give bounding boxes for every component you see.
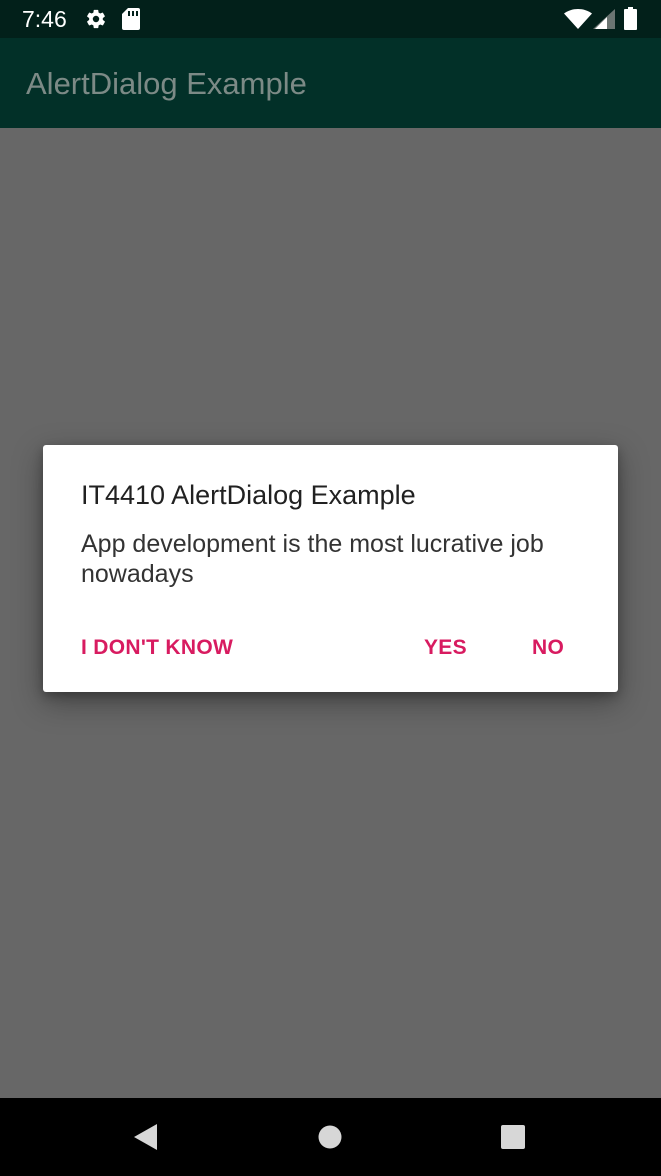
app-title: AlertDialog Example: [26, 66, 307, 101]
recents-icon[interactable]: [498, 1122, 528, 1152]
status-bar: 7:46: [0, 0, 661, 38]
wifi-icon: [564, 9, 592, 34]
no-button[interactable]: NO: [532, 635, 564, 661]
gear-icon: [85, 8, 107, 35]
sd-card-icon: [122, 8, 140, 35]
home-icon[interactable]: [315, 1122, 345, 1152]
yes-button[interactable]: YES: [424, 635, 467, 661]
status-time: 7:46: [22, 6, 67, 32]
navigation-bar: [0, 1098, 661, 1176]
battery-icon: [624, 7, 637, 35]
alert-dialog: IT4410 AlertDialog Example App developme…: [43, 445, 618, 692]
signal-icon: [593, 9, 615, 34]
i-dont-know-button[interactable]: I DON'T KNOW: [81, 635, 233, 661]
dialog-title: IT4410 AlertDialog Example: [81, 480, 416, 510]
app-bar: AlertDialog Example: [0, 38, 661, 128]
dialog-message: App development is the most lucrative jo…: [81, 530, 544, 588]
back-icon[interactable]: [131, 1122, 161, 1152]
